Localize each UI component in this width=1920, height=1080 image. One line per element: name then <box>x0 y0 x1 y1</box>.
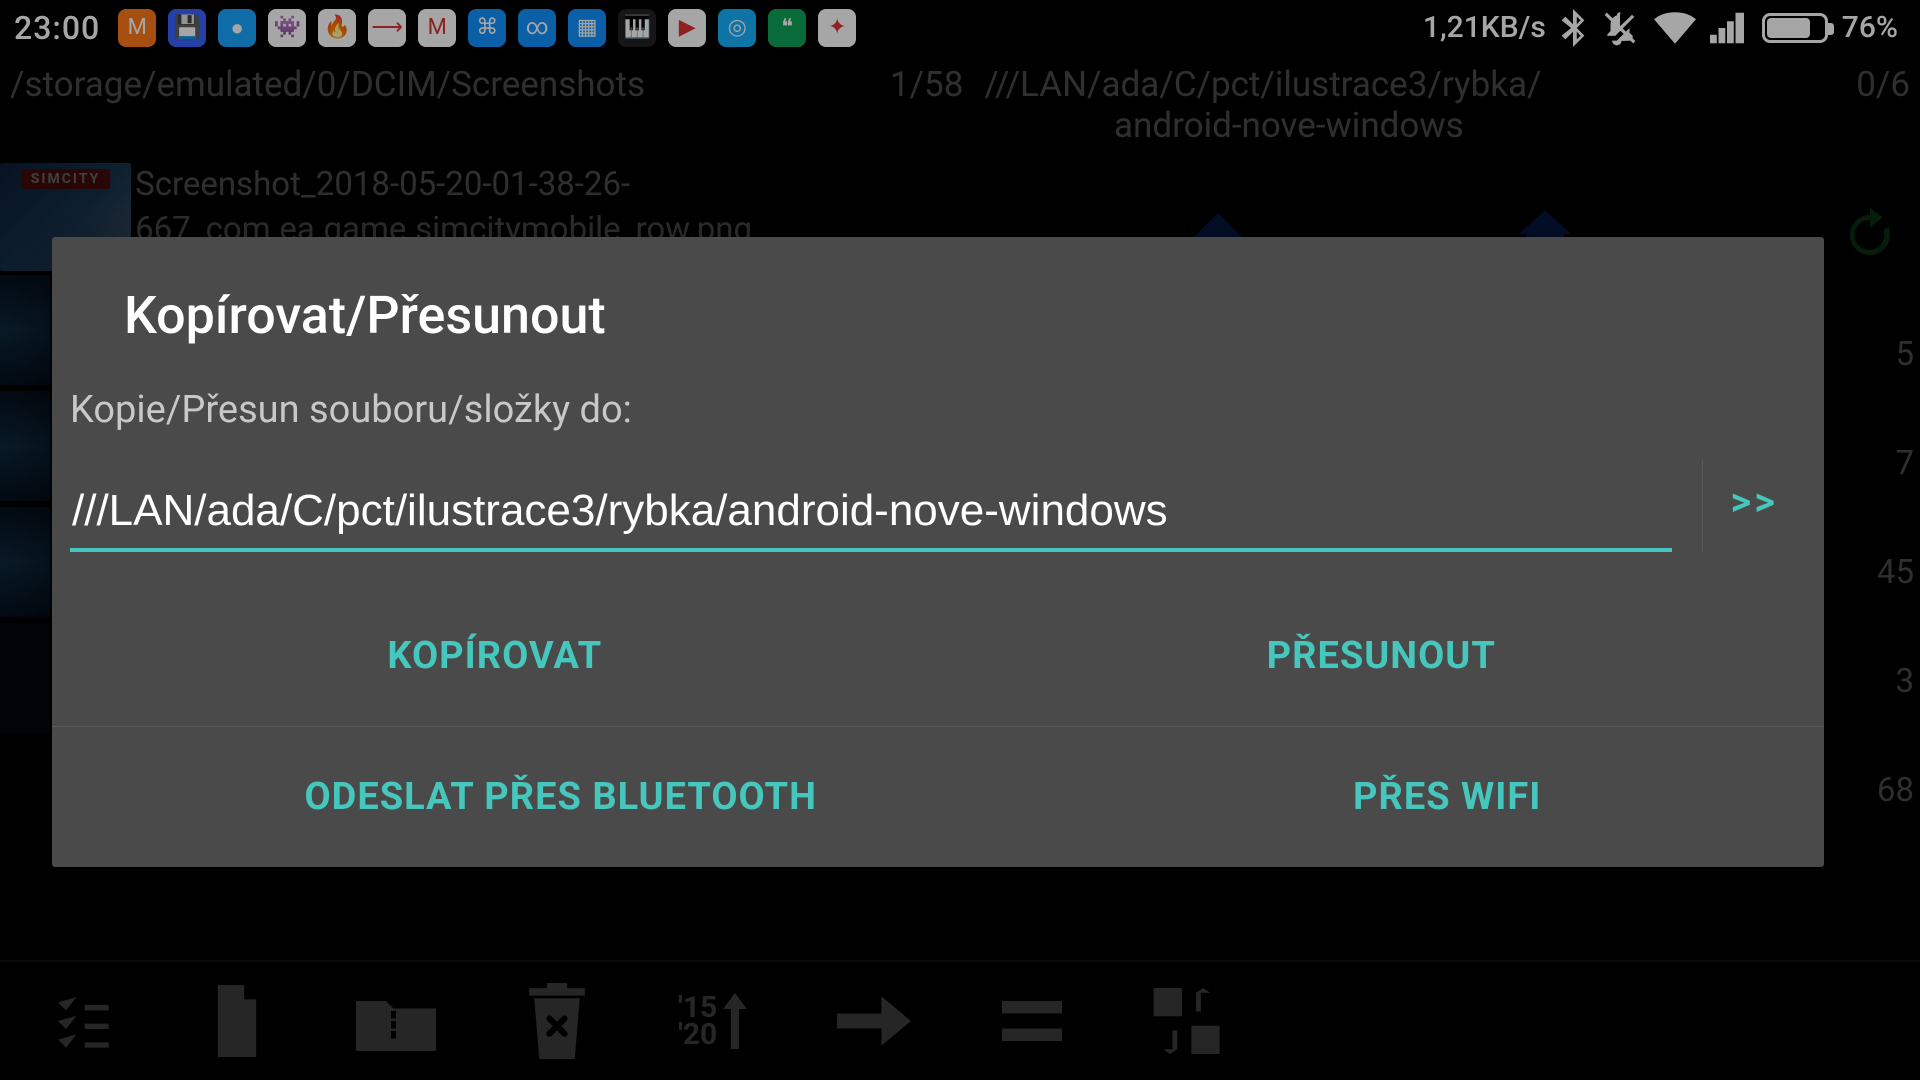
send-wifi-button[interactable]: PŘES WIFI <box>1069 727 1824 867</box>
dialog-title: Kopírovat/Přesunout <box>52 237 1824 378</box>
move-button[interactable]: PŘESUNOUT <box>938 586 1825 726</box>
copy-move-dialog: Kopírovat/Přesunout Kopie/Přesun souboru… <box>52 237 1824 867</box>
send-bluetooth-button[interactable]: ODESLAT PŘES BLUETOOTH <box>52 727 1069 867</box>
path-more-button[interactable]: >> <box>1702 460 1806 552</box>
dialog-subtitle: Kopie/Přesun souboru/složky do: <box>52 378 1824 460</box>
copy-button[interactable]: KOPÍROVAT <box>52 586 938 726</box>
destination-path-input[interactable] <box>70 480 1672 552</box>
